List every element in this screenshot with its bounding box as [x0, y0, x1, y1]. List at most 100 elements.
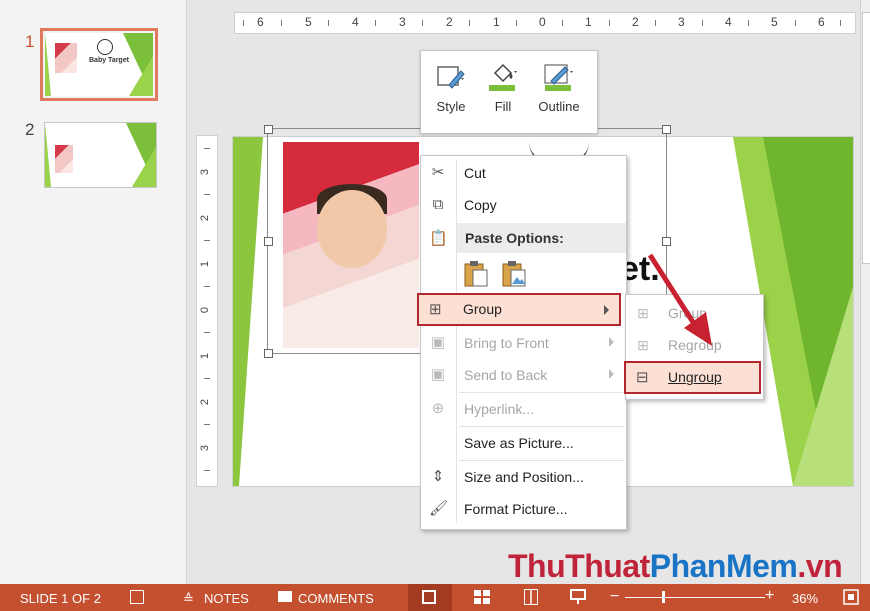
resize-handle[interactable] — [662, 125, 671, 134]
fill-button[interactable]: Fill — [485, 61, 521, 114]
fit-to-window-icon[interactable] — [843, 589, 859, 605]
watermark: ThuThuatPhanMem.vn — [508, 548, 843, 585]
menu-item-bring-to-front[interactable]: ▣ Bring to Front — [421, 328, 626, 358]
context-menu: ✂ Cut ⧉ Copy Paste Options: 📋 ⊞ Group ▣ … — [420, 155, 627, 530]
zoom-slider-thumb[interactable] — [662, 591, 665, 603]
vertical-scrollbar[interactable] — [860, 0, 870, 584]
normal-view-button[interactable] — [408, 584, 452, 611]
ruler-label: 1 — [493, 15, 500, 29]
menu-item-save-as-picture[interactable]: Save as Picture... — [421, 428, 626, 458]
ruler-label: 3 — [199, 444, 212, 452]
watermark-part: PhanMem — [649, 548, 798, 584]
watermark-part: .vn — [797, 548, 843, 584]
ruler-label: 1 — [199, 260, 212, 268]
ruler-label: 1 — [585, 15, 592, 29]
menu-item-hyperlink[interactable]: ⊕ Hyperlink... — [421, 394, 626, 424]
format-picture-icon: 🖌 — [429, 500, 449, 517]
watermark-part: ThuThuat — [508, 548, 650, 584]
paste-options-header: Paste Options: — [457, 223, 626, 253]
thumbnail-slide-1[interactable]: Baby Target — [40, 28, 158, 101]
menu-item-size-and-position[interactable]: ⇕ Size and Position... — [421, 462, 626, 492]
zoom-out-button[interactable]: − — [610, 588, 619, 606]
thumbnail-number: 1 — [25, 32, 35, 51]
ruler-label: 1 — [199, 352, 212, 360]
menu-item-cut[interactable]: ✂ Cut — [421, 158, 626, 188]
ruler-label: 0 — [539, 15, 546, 29]
resize-handle[interactable] — [264, 349, 273, 358]
menu-item-label: Size and Position... — [464, 469, 584, 485]
notes-icon[interactable]: ≙ — [183, 591, 194, 607]
submenu-item-ungroup[interactable]: ⊟ Ungroup — [624, 361, 761, 394]
outline-label: Outline — [538, 99, 580, 114]
submenu-arrow-icon — [609, 337, 614, 347]
slide-counter: SLIDE 1 OF 2 — [20, 591, 101, 606]
vertical-ruler: 3 2 1 0 1 2 3 — [196, 135, 218, 487]
zoom-level[interactable]: 36% — [792, 591, 818, 606]
zoom-slider[interactable] — [625, 597, 765, 598]
annotation-arrow — [647, 253, 712, 346]
slideshow-icon[interactable] — [570, 589, 586, 605]
shape-style-icon — [435, 61, 467, 93]
slide-sorter-icon[interactable] — [474, 590, 490, 604]
ruler-label: 2 — [199, 214, 212, 222]
mini-toolbar: Style Fill Outline — [420, 50, 598, 134]
resize-handle[interactable] — [662, 237, 671, 246]
thumbnail-slide-2[interactable] — [44, 122, 157, 188]
menu-item-label: Copy — [464, 197, 497, 213]
menu-item-label: Group — [463, 301, 502, 317]
bring-to-front-icon: ▣ — [430, 334, 446, 351]
menu-item-send-to-back[interactable]: ▣ Send to Back — [421, 360, 626, 390]
style-button[interactable]: Style — [431, 61, 471, 114]
send-to-back-icon: ▣ — [430, 366, 446, 383]
ruler-label: 0 — [199, 306, 212, 314]
ruler-label: 4 — [725, 15, 732, 29]
submenu-item-label: Ungroup — [668, 369, 722, 385]
clipboard-icon: 📋 — [429, 230, 448, 247]
horizontal-ruler: 6 5 4 3 2 1 0 1 2 3 4 5 6 — [234, 12, 856, 34]
paste-as-picture-button[interactable] — [501, 260, 527, 288]
normal-view-icon — [422, 590, 436, 604]
slide-decoration — [233, 137, 263, 486]
logo-face-icon — [97, 39, 113, 55]
menu-item-label: Hyperlink... — [464, 401, 535, 417]
paint-bucket-icon — [487, 61, 519, 93]
ruler-label: 6 — [257, 15, 264, 29]
ruler-label: 5 — [305, 15, 312, 29]
submenu-arrow-icon — [604, 305, 609, 315]
menu-item-label: Format Picture... — [464, 501, 568, 517]
reading-view-icon[interactable] — [523, 588, 539, 606]
ruler-label: 3 — [199, 168, 212, 176]
ruler-label: 3 — [399, 15, 406, 29]
comments-button[interactable]: COMMENTS — [298, 591, 374, 606]
resize-handle[interactable] — [264, 237, 273, 246]
menu-item-label: Save as Picture... — [464, 435, 574, 451]
menu-item-format-picture[interactable]: 🖌 Format Picture... — [421, 494, 626, 524]
style-label: Style — [436, 99, 466, 114]
zoom-in-button[interactable]: + — [765, 587, 774, 605]
slide-thumbnails-pane: 1 Baby Target 2 — [0, 0, 187, 584]
notes-button[interactable]: NOTES — [204, 591, 249, 606]
comments-icon[interactable] — [278, 591, 292, 602]
scissors-icon: ✂ — [431, 164, 445, 181]
paste-options-label: Paste Options: — [465, 230, 564, 246]
paste-keep-source-button[interactable] — [463, 260, 489, 288]
thumbnail-number: 2 — [25, 120, 35, 139]
ruler-label: 5 — [771, 15, 778, 29]
ruler-label: 3 — [678, 15, 685, 29]
menu-item-copy[interactable]: ⧉ Copy — [421, 190, 626, 220]
ruler-label: 2 — [199, 398, 212, 406]
ruler-label: 2 — [446, 15, 453, 29]
pen-outline-icon — [543, 61, 575, 93]
scrollbar-thumb[interactable] — [862, 12, 870, 264]
fill-label: Fill — [494, 99, 512, 114]
group-highlight[interactable]: ⊞ Group — [417, 293, 621, 326]
outline-button[interactable]: Outline — [531, 61, 587, 114]
spell-check-icon[interactable] — [130, 590, 144, 604]
ungroup-icon: ⊟ — [636, 369, 649, 386]
ruler-label: 4 — [352, 15, 359, 29]
resize-handle[interactable] — [264, 125, 273, 134]
menu-item-label: Cut — [464, 165, 486, 181]
group-icon: ⊞ — [429, 301, 442, 318]
status-bar: SLIDE 1 OF 2 ≙ NOTES COMMENTS − + 36% — [0, 584, 870, 611]
size-position-icon: ⇕ — [431, 468, 445, 485]
